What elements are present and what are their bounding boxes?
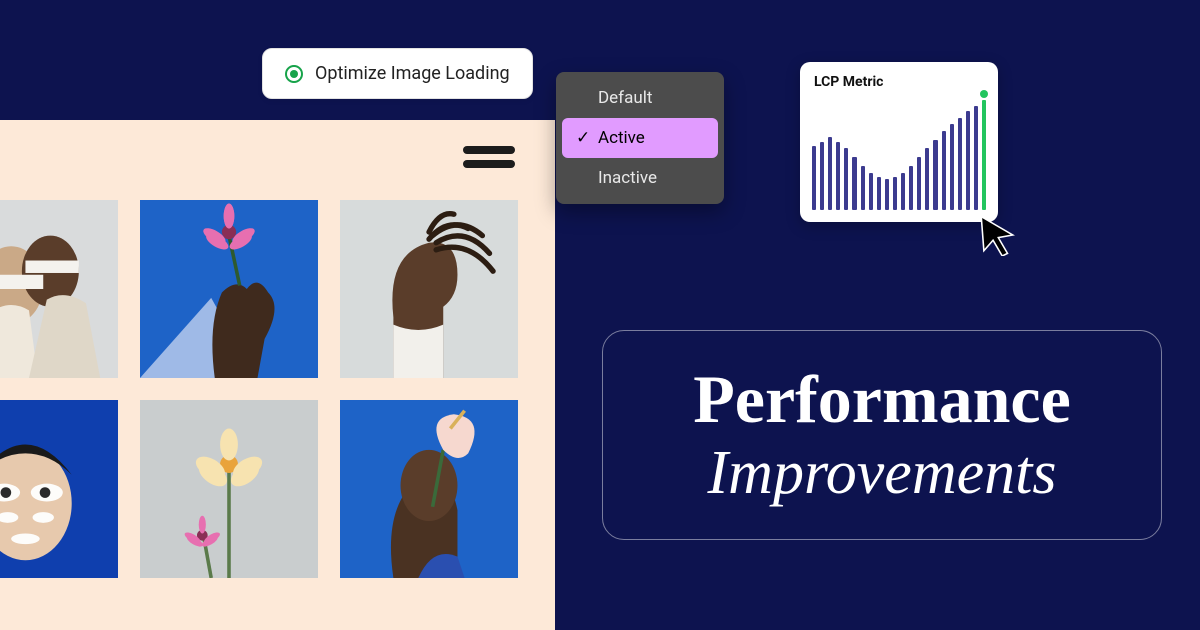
image-thumb[interactable] bbox=[0, 400, 118, 578]
menu-item-label: Default bbox=[598, 88, 652, 108]
chart-bar bbox=[917, 157, 921, 210]
chart-bar bbox=[925, 148, 929, 210]
image-thumb[interactable] bbox=[340, 200, 518, 378]
chart-bar bbox=[950, 124, 954, 210]
metric-bar-chart bbox=[812, 100, 986, 210]
chart-bar bbox=[844, 148, 848, 210]
optimize-label: Optimize Image Loading bbox=[315, 63, 510, 84]
chart-bar bbox=[820, 142, 824, 210]
chart-bar bbox=[812, 146, 816, 210]
gallery-panel bbox=[0, 120, 555, 630]
chart-bar bbox=[828, 137, 832, 210]
image-thumb[interactable] bbox=[340, 400, 518, 578]
chart-bar bbox=[885, 179, 889, 210]
menu-item-label: Active bbox=[598, 128, 645, 148]
check-icon: ✓ bbox=[576, 128, 590, 148]
menu-item-inactive[interactable]: Inactive bbox=[562, 158, 718, 198]
chart-bar bbox=[877, 177, 881, 210]
metric-title: LCP Metric bbox=[814, 74, 984, 90]
hamburger-icon[interactable] bbox=[463, 146, 515, 168]
image-thumb[interactable] bbox=[140, 200, 318, 378]
chart-bar bbox=[982, 100, 986, 210]
cursor-icon bbox=[976, 214, 1018, 256]
status-menu: Default ✓ Active Inactive bbox=[556, 72, 724, 204]
chart-bar bbox=[942, 131, 946, 210]
headline-line-1: Performance bbox=[693, 364, 1071, 435]
headline-card: Performance Improvements bbox=[602, 330, 1162, 540]
image-thumb[interactable] bbox=[140, 400, 318, 578]
headline-line-2: Improvements bbox=[708, 441, 1057, 506]
chart-bar bbox=[909, 166, 913, 210]
lcp-metric-card: LCP Metric bbox=[800, 62, 998, 222]
chart-bar bbox=[901, 173, 905, 210]
chart-bar bbox=[836, 142, 840, 210]
menu-item-label: Inactive bbox=[598, 168, 657, 188]
optimize-image-loading-toggle[interactable]: Optimize Image Loading bbox=[262, 48, 533, 99]
chart-bar bbox=[893, 177, 897, 210]
image-thumb[interactable] bbox=[0, 200, 118, 378]
chart-bar bbox=[869, 173, 873, 210]
radio-active-icon bbox=[285, 65, 303, 83]
image-grid bbox=[0, 200, 518, 578]
chart-bar bbox=[933, 140, 937, 210]
chart-bar bbox=[852, 157, 856, 210]
chart-bar bbox=[958, 118, 962, 210]
chart-bar bbox=[861, 166, 865, 210]
chart-bar bbox=[966, 111, 970, 210]
chart-bar bbox=[974, 106, 978, 211]
menu-item-active[interactable]: ✓ Active bbox=[562, 118, 718, 158]
menu-item-default[interactable]: Default bbox=[562, 78, 718, 118]
